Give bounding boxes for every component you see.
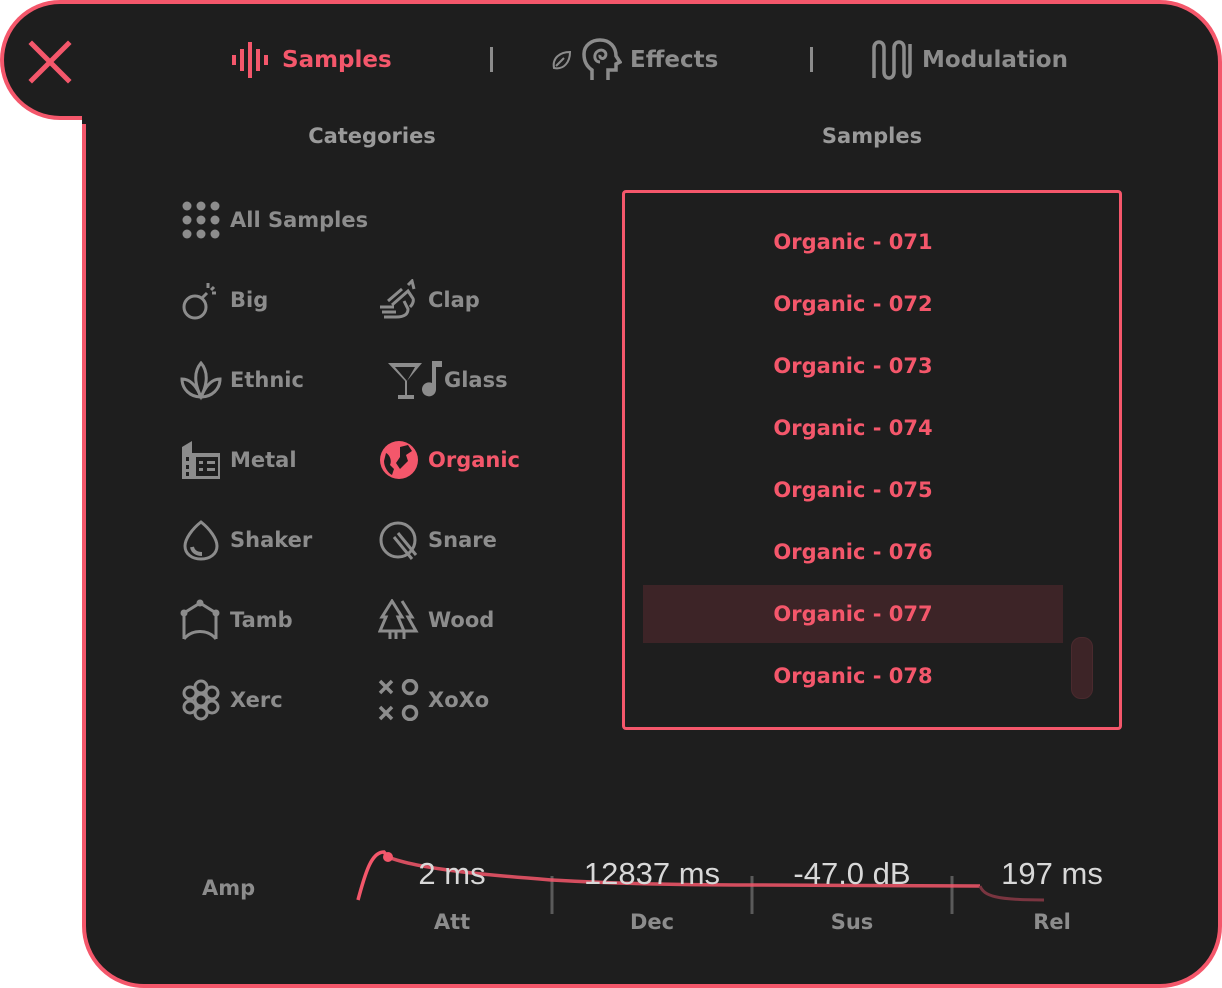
release-label: Rel: [1033, 910, 1071, 934]
sustain-label: Sus: [830, 910, 874, 934]
sustain-value[interactable]: -47.0 dB: [752, 856, 952, 892]
decay-value[interactable]: 12837 ms: [552, 856, 752, 892]
amp-label: Amp: [202, 876, 256, 900]
decay-label: Dec: [629, 910, 675, 934]
attack-value[interactable]: 2 ms: [352, 856, 552, 892]
attack-label: Att: [433, 910, 471, 934]
amp-envelope-curve[interactable]: [0, 0, 1222, 988]
release-value[interactable]: 197 ms: [952, 856, 1152, 892]
